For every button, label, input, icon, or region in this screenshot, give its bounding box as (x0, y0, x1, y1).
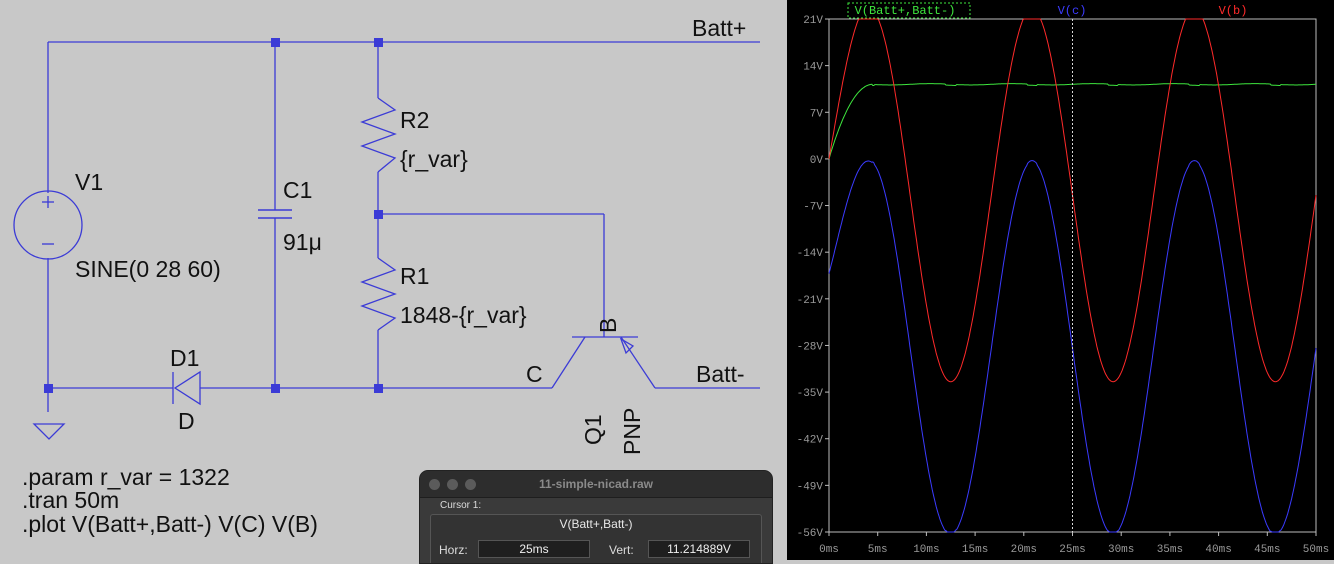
waveform-viewer[interactable]: 21V 14V 7V 0V -7V -14V -21V -28V -35V -42V -49V -56… (787, 0, 1334, 560)
x-tick-label: 30ms (1108, 544, 1134, 556)
vert-label: Vert: (609, 543, 634, 557)
y-tick-label: -35V (797, 388, 824, 400)
x-tick-label: 25ms (1059, 544, 1085, 556)
legend-item[interactable]: V(Batt+,Batt-) (855, 4, 956, 18)
d1-model[interactable]: D (178, 408, 195, 434)
x-tick-label: 10ms (913, 544, 939, 556)
r1-label[interactable]: R1 (400, 263, 429, 289)
directive-plot[interactable]: .plot V(Batt+,Batt-) V(C) V(B) (22, 511, 318, 537)
y-tick-label: -49V (797, 481, 824, 493)
c1-capacitor[interactable] (258, 209, 292, 219)
cursor-dialog[interactable]: 11-simple-nicad.raw Cursor 1: V(Batt+,Ba… (419, 470, 773, 564)
junction-dot (374, 210, 383, 219)
cursor-label: Cursor 1: (440, 500, 482, 511)
y-tick-label: -7V (803, 202, 823, 214)
v1-value[interactable]: SINE(0 28 60) (75, 256, 221, 282)
q1-pin-c: C (526, 361, 543, 387)
directive-tran[interactable]: .tran 50m (22, 487, 119, 513)
y-tick-label: 0V (810, 155, 824, 167)
x-tick-label: 15ms (962, 544, 988, 556)
x-tick-label: 35ms (1157, 544, 1183, 556)
q1-label[interactable]: Q1 (580, 414, 606, 445)
r1-value[interactable]: 1848-{r_var} (400, 302, 527, 328)
r1-resistor[interactable] (360, 257, 397, 331)
y-tick-label: -21V (797, 295, 824, 307)
net-label-batt-plus[interactable]: Batt+ (692, 15, 746, 41)
junction-dot (271, 38, 280, 47)
r2-resistor[interactable] (360, 97, 397, 173)
x-tick-label: 0ms (819, 544, 839, 556)
q1-pin-b: B (595, 318, 621, 333)
y-tick-label: -56V (797, 528, 824, 540)
horz-field[interactable]: 25ms (478, 540, 590, 558)
y-tick-label: 21V (803, 15, 823, 27)
dialog-titlebar[interactable]: 11-simple-nicad.raw (420, 471, 772, 498)
junctions (44, 38, 383, 393)
q1-model[interactable]: PNP (619, 408, 645, 455)
legend-item[interactable]: V(c) (1058, 4, 1087, 18)
junction-dot (271, 384, 280, 393)
y-tick-label: 7V (810, 108, 824, 120)
c1-label[interactable]: C1 (283, 177, 312, 203)
r2-label[interactable]: R2 (400, 107, 429, 133)
x-tick-label: 20ms (1011, 544, 1037, 556)
y-tick-label: -14V (797, 248, 824, 260)
vert-field[interactable]: 11.214889V (648, 540, 750, 558)
junction-dot (44, 384, 53, 393)
y-tick-label: -42V (797, 435, 824, 447)
dialog-title: 11-simple-nicad.raw (538, 477, 654, 491)
d1-diode[interactable] (172, 370, 201, 406)
v1-source[interactable] (13, 190, 83, 260)
c1-value[interactable]: 91μ (283, 229, 322, 255)
net-label-batt-minus[interactable]: Batt- (696, 361, 745, 387)
junction-dot (374, 384, 383, 393)
x-tick-label: 40ms (1205, 544, 1231, 556)
cursor-trace-name: V(Batt+,Batt-) (559, 517, 633, 531)
d1-label[interactable]: D1 (170, 345, 199, 371)
x-tick-label: 45ms (1254, 544, 1280, 556)
x-tick-label: 50ms (1303, 544, 1329, 556)
legend-item[interactable]: V(b) (1219, 4, 1248, 18)
ground-symbol[interactable] (32, 423, 66, 440)
junction-dot (374, 38, 383, 47)
v1-label[interactable]: V1 (75, 169, 103, 195)
y-tick-label: -28V (797, 341, 824, 353)
cursor-group: V(Batt+,Batt-) Horz: 25ms Vert: 11.21488… (430, 514, 762, 563)
x-tick-label: 5ms (868, 544, 888, 556)
horz-label: Horz: (439, 543, 468, 557)
y-tick-label: 14V (803, 62, 823, 74)
r2-value[interactable]: {r_var} (400, 146, 468, 172)
